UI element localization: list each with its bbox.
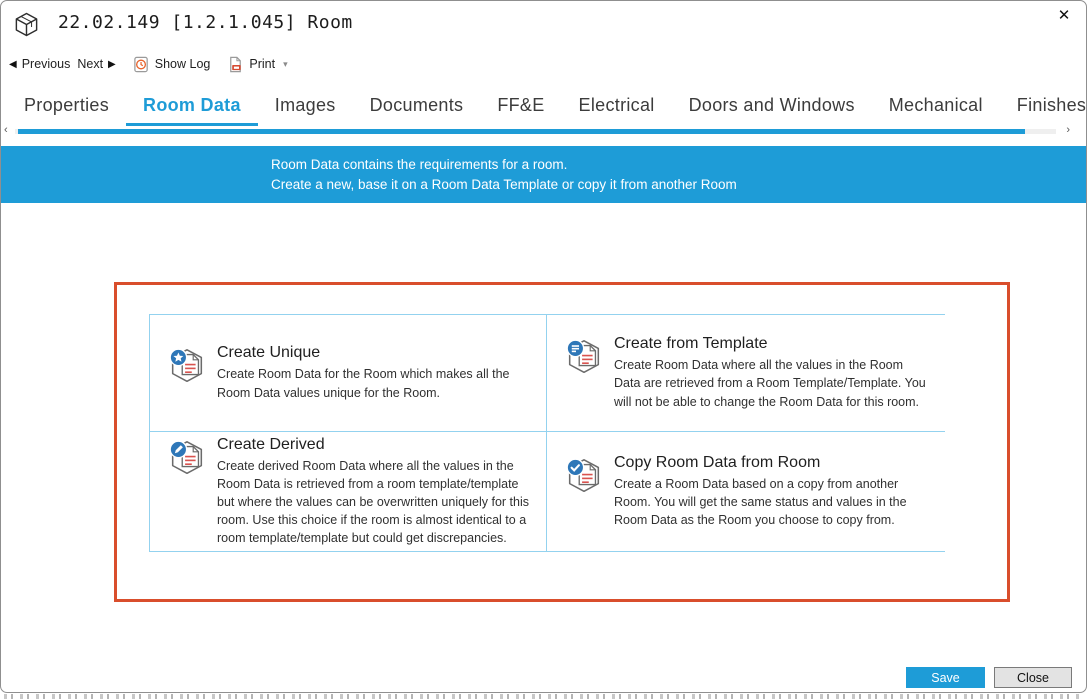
template-document-icon: [563, 336, 605, 378]
next-button[interactable]: Next ▶: [77, 57, 115, 71]
check-document-icon: [563, 455, 605, 497]
toolbar: ◀ Previous Next ▶ Show Log Print: [9, 53, 288, 75]
close-button[interactable]: Close: [994, 667, 1072, 688]
next-label: Next: [77, 57, 103, 71]
tab-mechanical[interactable]: Mechanical: [872, 89, 1000, 126]
previous-arrow-icon: ◀: [9, 59, 17, 70]
tab-finishes[interactable]: Finishes: [1000, 89, 1086, 126]
create-from-template-card[interactable]: Create from Template Create Room Data wh…: [547, 315, 945, 432]
tab-scrollbar: ‹ ›: [1, 127, 1086, 137]
previous-label: Previous: [22, 57, 71, 71]
card-title: Create Derived: [217, 436, 532, 454]
card-description: Create a Room Data based on a copy from …: [614, 475, 931, 529]
show-log-label: Show Log: [155, 57, 211, 71]
close-window-icon[interactable]: ✕: [1054, 6, 1074, 26]
tab-properties[interactable]: Properties: [7, 89, 126, 126]
card-description: Create Room Data for the Room which make…: [217, 365, 532, 401]
previous-button[interactable]: ◀ Previous: [9, 57, 70, 71]
save-button[interactable]: Save: [906, 667, 985, 688]
copy-room-data-card[interactable]: Copy Room Data from Room Create a Room D…: [547, 432, 945, 551]
create-unique-card[interactable]: Create Unique Create Room Data for the R…: [150, 315, 547, 432]
print-dropdown-caret-icon[interactable]: ▾: [283, 59, 288, 70]
card-description: Create derived Room Data where all the v…: [217, 457, 532, 548]
tab-scrollbar-thumb[interactable]: [18, 129, 1025, 134]
card-title: Create Unique: [217, 344, 532, 362]
tab-room-data[interactable]: Room Data: [126, 89, 258, 126]
show-log-button[interactable]: Show Log: [133, 56, 211, 73]
print-icon: [227, 56, 244, 73]
window-title: 22.02.149 [1.2.1.045] Room: [58, 12, 353, 33]
background-window-edge: [4, 694, 1083, 699]
tab-ffe[interactable]: FF&E: [480, 89, 561, 126]
tab-bar: Properties Room Data Images Documents FF…: [7, 89, 1086, 126]
tab-doors-and-windows[interactable]: Doors and Windows: [672, 89, 872, 126]
print-label: Print: [249, 57, 275, 71]
scroll-left-icon[interactable]: ‹: [4, 124, 8, 136]
card-title: Create from Template: [614, 335, 931, 353]
banner-line-2: Create a new, base it on a Room Data Tem…: [271, 175, 1086, 195]
log-clock-icon: [133, 56, 150, 73]
room-data-option-grid: Create Unique Create Room Data for the R…: [149, 314, 945, 552]
info-banner: Room Data contains the requirements for …: [1, 146, 1086, 203]
room-window: 22.02.149 [1.2.1.045] Room ✕ ◀ Previous …: [0, 0, 1087, 693]
tab-documents[interactable]: Documents: [353, 89, 481, 126]
scroll-right-icon[interactable]: ›: [1066, 124, 1070, 136]
card-description: Create Room Data where all the values in…: [614, 356, 931, 410]
banner-line-1: Room Data contains the requirements for …: [271, 155, 1086, 175]
tab-electrical[interactable]: Electrical: [562, 89, 672, 126]
next-arrow-icon: ▶: [108, 59, 116, 70]
edit-document-icon: [166, 437, 208, 479]
footer-button-bar: Save Close: [906, 667, 1072, 688]
tab-images[interactable]: Images: [258, 89, 353, 126]
card-title: Copy Room Data from Room: [614, 454, 931, 472]
star-document-icon: [166, 345, 208, 387]
print-button[interactable]: Print ▾: [227, 56, 287, 73]
create-derived-card[interactable]: Create Derived Create derived Room Data …: [150, 432, 547, 551]
app-logo-cube-icon: [13, 11, 40, 38]
